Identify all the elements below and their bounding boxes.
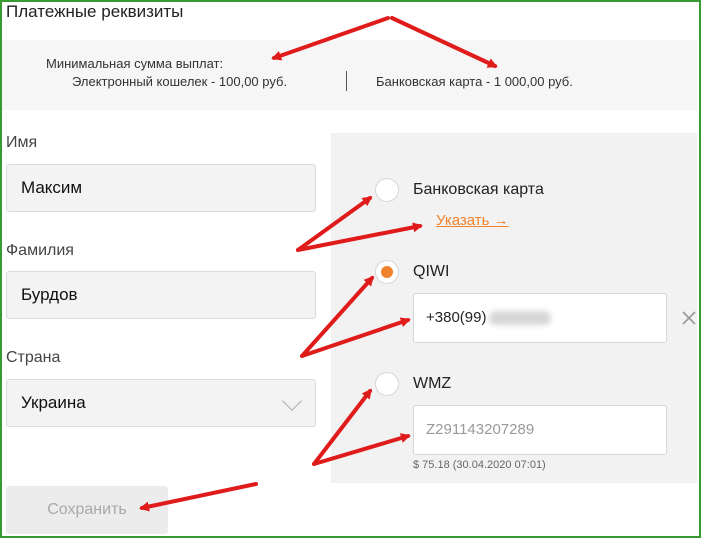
redacted-phone-digits <box>489 311 552 326</box>
card-radio-label: Банковская карта <box>413 181 544 198</box>
chevron-down-icon[interactable] <box>282 391 302 411</box>
close-icon[interactable] <box>680 309 698 327</box>
qiwi-phone-value: +380(99) <box>426 309 487 326</box>
save-button[interactable]: Сохранить <box>6 486 168 534</box>
wmz-radio-label: WMZ <box>413 375 452 392</box>
minimum-wallet-text: Электронный кошелек - 100,00 руб. <box>72 74 288 89</box>
last-name-label: Фамилия <box>6 242 74 259</box>
card-radio[interactable] <box>375 178 399 202</box>
qiwi-radio[interactable] <box>375 260 399 284</box>
first-name-label: Имя <box>6 134 38 151</box>
qiwi-phone-input[interactable]: +380(99) <box>413 293 667 343</box>
wmz-balance: $ 75.18 (30.04.2020 07:01) <box>413 459 546 471</box>
first-name-field[interactable]: Максим <box>6 164 316 212</box>
country-select-value: Украина <box>21 393 86 412</box>
specify-card-link[interactable]: Указать → <box>436 212 509 229</box>
minimum-separator <box>346 71 347 91</box>
wmz-radio[interactable] <box>375 372 399 396</box>
minimum-card-text: Банковская карта - 1 000,00 руб. <box>376 74 573 89</box>
country-label: Страна <box>6 349 61 366</box>
qiwi-radio-label: QIWI <box>413 263 450 280</box>
country-select[interactable]: Украина <box>6 379 316 427</box>
wmz-wallet-input[interactable]: Z291143207289 <box>413 405 667 455</box>
minimum-payout-label: Минимальная сумма выплат: <box>46 56 224 71</box>
last-name-field[interactable]: Бурдов <box>6 271 316 319</box>
page-title: Платежные реквизиты <box>6 2 184 21</box>
